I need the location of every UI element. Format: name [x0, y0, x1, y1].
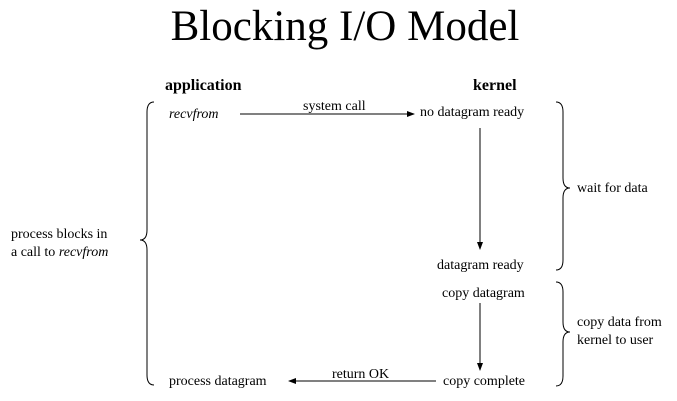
diagram-canvas: Blocking I/O Model application kernel re…: [11, 3, 662, 389]
left-curly-brace: [139, 101, 155, 386]
copy-complete-label: copy complete: [443, 374, 525, 389]
copy-datagram-label: copy datagram: [442, 286, 525, 301]
process-blocks-label-line1: process blocks in: [11, 227, 107, 242]
blocking-io-diagram: Blocking I/O Model application kernel re…: [0, 0, 677, 401]
no-datagram-ready-label: no datagram ready: [420, 105, 524, 120]
return-ok-label: return OK: [332, 367, 389, 382]
process-datagram-label: process datagram: [169, 374, 267, 389]
diagram-title: Blocking I/O Model: [171, 3, 520, 50]
copy-data-label-line2: kernel to user: [577, 333, 654, 348]
copy-data-brace: [555, 281, 571, 387]
wait-for-data-brace: [555, 101, 571, 271]
application-column-header: application: [165, 77, 242, 94]
kernel-column-header: kernel: [473, 77, 517, 94]
wait-for-data-label: wait for data: [577, 181, 649, 196]
copy-data-label-line1: copy data from: [577, 315, 662, 330]
process-blocks-label-line2: a call to recvfrom: [11, 245, 108, 260]
process-blocks-label-recvfrom: recvfrom: [59, 245, 109, 260]
process-blocks-label-prefix: a call to: [11, 245, 59, 260]
recvfrom-label: recvfrom: [169, 107, 219, 122]
system-call-label: system call: [303, 99, 366, 114]
datagram-ready-label: datagram ready: [437, 258, 524, 273]
